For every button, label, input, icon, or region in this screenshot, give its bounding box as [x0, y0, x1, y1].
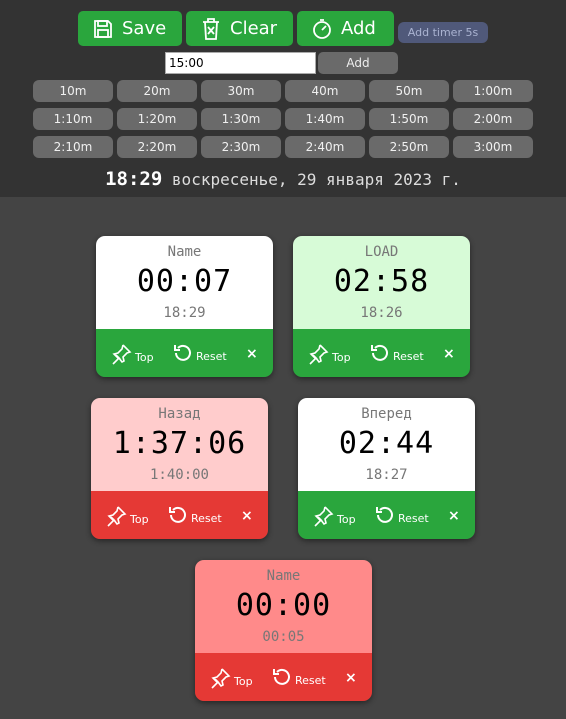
timer-sub: 1:40:00 [149, 467, 209, 483]
reset-button[interactable]: Reset [369, 342, 424, 367]
close-button[interactable]: × [246, 346, 258, 362]
preset-button[interactable]: 1:10m [33, 108, 113, 130]
save-button[interactable]: Save [78, 11, 182, 46]
timer-time: 1:37:06 [112, 426, 247, 461]
timer-time: 00:07 [136, 264, 233, 299]
clear-label: Clear [230, 18, 278, 39]
timer-name[interactable]: Вперед [298, 406, 475, 422]
current-date: воскресенье, 29 января 2023 г. [171, 170, 461, 189]
reset-label: Reset [196, 349, 227, 363]
preset-button[interactable]: 1:40m [285, 108, 365, 130]
timer-name[interactable]: Name [96, 244, 273, 260]
close-button[interactable]: × [241, 508, 253, 524]
preset-button[interactable]: 40m [285, 80, 365, 102]
top-label: Top [332, 351, 351, 364]
preset-button[interactable]: 10m [33, 80, 113, 102]
pin-top-button[interactable]: Top [209, 667, 253, 692]
timer-sub: 18:27 [365, 467, 408, 483]
timer-sub: 18:26 [360, 305, 403, 321]
timer-card: Вперед 02:44 18:27 Top Reset × [298, 398, 475, 539]
timer-body: Name 00:00 00:05 [195, 560, 372, 653]
timer-body: Вперед 02:44 18:27 [298, 398, 475, 491]
timer-body: LOAD 02:58 18:26 [293, 236, 470, 329]
timer-time: 00:00 [235, 588, 332, 623]
timer-actions: Top Reset × [96, 329, 273, 377]
add-timer-button[interactable]: Add [297, 11, 394, 46]
add-label: Add [341, 18, 376, 39]
control-panel: Save Clear Add Add timer 5s Add 10m20m30… [0, 0, 566, 197]
add-time-button[interactable]: Add [318, 52, 398, 74]
pin-icon [312, 505, 334, 530]
preset-button[interactable]: 3:00m [453, 136, 533, 158]
pin-top-button[interactable]: Top [105, 505, 149, 530]
timer-name[interactable]: Назад [91, 406, 268, 422]
top-label: Top [337, 513, 356, 526]
stopwatch-icon [313, 18, 331, 39]
preset-button[interactable]: 1:50m [369, 108, 449, 130]
reset-icon [369, 342, 391, 367]
reset-button[interactable]: Reset [167, 504, 222, 529]
floppy-disk-icon [94, 19, 112, 38]
clear-button[interactable]: Clear [186, 11, 293, 46]
reset-label: Reset [393, 349, 424, 363]
timer-card: Name 00:07 18:29 Top Reset × [96, 236, 273, 377]
preset-button[interactable]: 1:20m [117, 108, 197, 130]
pin-top-button[interactable]: Top [307, 343, 351, 368]
timer-body: Name 00:07 18:29 [96, 236, 273, 329]
timer-card: LOAD 02:58 18:26 Top Reset × [293, 236, 470, 377]
timer-actions: Top Reset × [293, 329, 470, 377]
timer-sub: 18:29 [163, 305, 206, 321]
trash-icon [203, 17, 219, 40]
reset-button[interactable]: Reset [271, 666, 326, 691]
top-label: Top [130, 513, 149, 526]
pin-icon [110, 343, 132, 368]
preset-button[interactable]: 50m [369, 80, 449, 102]
timer-name[interactable]: Name [195, 568, 372, 584]
preset-button[interactable]: 1:00m [453, 80, 533, 102]
preset-button[interactable]: 20m [117, 80, 197, 102]
pin-icon [105, 505, 127, 530]
current-datetime: 18:29 воскресенье, 29 января 2023 г. [0, 168, 566, 190]
reset-icon [271, 666, 293, 691]
reset-icon [167, 504, 189, 529]
add-timer-5s-button[interactable]: Add timer 5s [398, 22, 488, 43]
top-label: Top [234, 675, 253, 688]
preset-button[interactable]: 2:40m [285, 136, 365, 158]
pin-top-button[interactable]: Top [110, 343, 154, 368]
preset-button[interactable]: 1:30m [201, 108, 281, 130]
reset-button[interactable]: Reset [172, 342, 227, 367]
timer-sub: 00:05 [262, 629, 305, 645]
reset-icon [172, 342, 194, 367]
timer-actions: Top Reset × [91, 491, 268, 539]
close-button[interactable]: × [345, 670, 357, 686]
timer-name[interactable]: LOAD [293, 244, 470, 260]
reset-label: Reset [191, 511, 222, 525]
preset-button[interactable]: 2:10m [33, 136, 113, 158]
close-button[interactable]: × [448, 508, 460, 524]
current-time: 18:29 [105, 168, 163, 190]
reset-button[interactable]: Reset [374, 504, 429, 529]
pin-top-button[interactable]: Top [312, 505, 356, 530]
preset-button[interactable]: 2:00m [453, 108, 533, 130]
save-label: Save [122, 18, 167, 39]
top-label: Top [135, 351, 154, 364]
reset-label: Reset [295, 673, 326, 687]
timer-actions: Top Reset × [298, 491, 475, 539]
preset-button[interactable]: 2:50m [369, 136, 449, 158]
preset-button[interactable]: 30m [201, 80, 281, 102]
timer-card: Name 00:00 00:05 Top Reset × [195, 560, 372, 701]
time-input[interactable] [165, 52, 316, 74]
timer-actions: Top Reset × [195, 653, 372, 701]
timer-body: Назад 1:37:06 1:40:00 [91, 398, 268, 491]
preset-button[interactable]: 2:20m [117, 136, 197, 158]
pin-icon [209, 667, 231, 692]
reset-icon [374, 504, 396, 529]
timer-time: 02:58 [333, 264, 430, 299]
timer-time: 02:44 [338, 426, 435, 461]
pin-icon [307, 343, 329, 368]
timer-card: Назад 1:37:06 1:40:00 Top Reset × [91, 398, 268, 539]
preset-button[interactable]: 2:30m [201, 136, 281, 158]
close-button[interactable]: × [443, 346, 455, 362]
reset-label: Reset [398, 511, 429, 525]
